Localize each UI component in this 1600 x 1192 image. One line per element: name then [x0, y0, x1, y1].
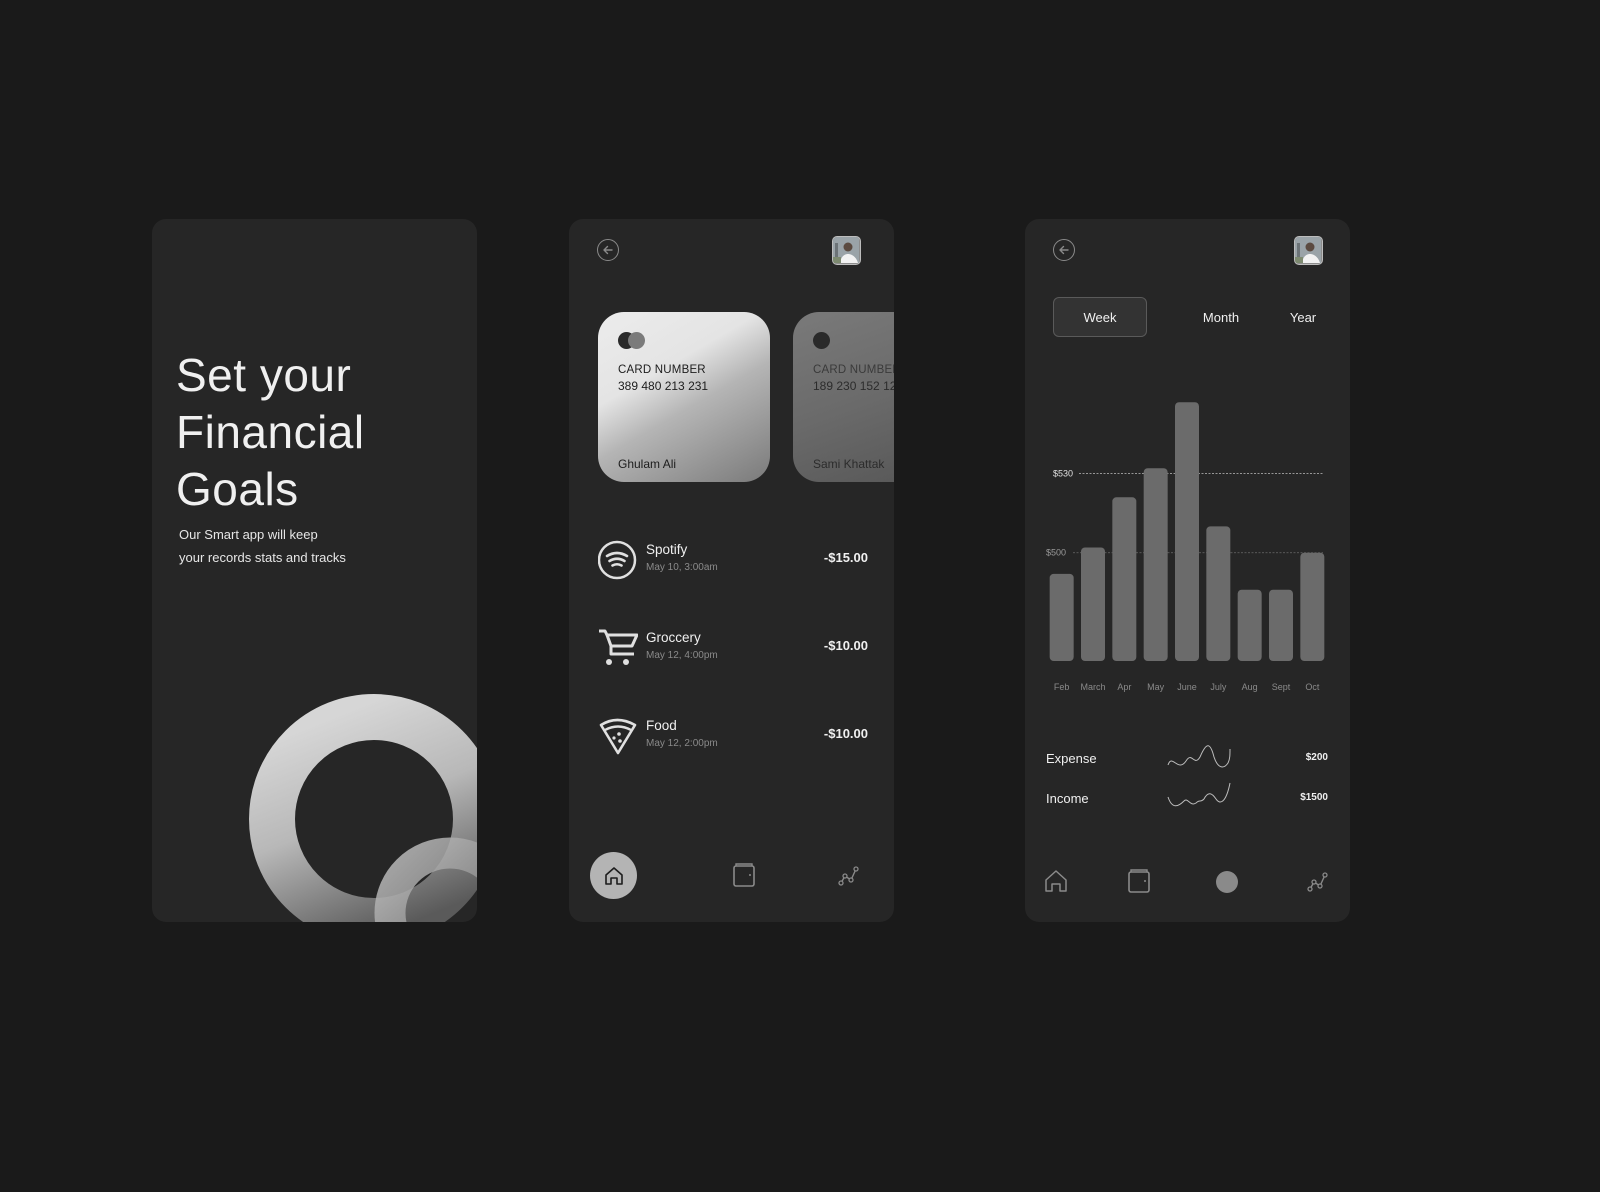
transaction-item[interactable]: Groccery May 12, 4:00pm -$10.00 — [598, 628, 868, 672]
x-tick-label: Feb — [1054, 682, 1070, 692]
nav-home-button[interactable] — [590, 852, 637, 899]
bar-july[interactable] — [1206, 526, 1231, 661]
wallet-screen: CARD NUMBER 389 480 213 231 Ghulam Ali C… — [569, 219, 894, 922]
nav-stats-button[interactable] — [838, 865, 860, 887]
x-tick-label: Sept — [1272, 682, 1291, 692]
x-tick-label: May — [1147, 682, 1165, 692]
arrow-left-icon — [603, 245, 613, 255]
back-button[interactable] — [597, 239, 619, 261]
bar-oct[interactable] — [1300, 552, 1325, 661]
nav-circle-button[interactable] — [1216, 871, 1238, 893]
back-button[interactable] — [1053, 239, 1075, 261]
cart-icon — [599, 629, 638, 665]
hero-title-line: Goals — [176, 463, 299, 515]
avatar-photo — [1295, 237, 1321, 263]
hero-subtitle: Our Smart app will keep your records sta… — [179, 523, 346, 569]
income-label: Income — [1046, 791, 1089, 806]
transaction-item[interactable]: Spotify May 10, 3:00am -$15.00 — [598, 540, 868, 584]
bar-feb[interactable] — [1049, 573, 1074, 661]
reference-line-label: $500 — [1046, 548, 1066, 558]
hero-title-line: Set your — [176, 349, 352, 401]
transaction-amount: -$10.00 — [823, 638, 868, 653]
expense-sparkline — [1167, 745, 1231, 768]
x-tick-label: March — [1080, 682, 1105, 692]
income-summary: Income $1500 — [1046, 782, 1328, 815]
bar-march[interactable] — [1081, 547, 1105, 661]
period-tabs: Week Month Year — [1053, 297, 1333, 337]
large-ring — [249, 694, 477, 922]
expense-summary: Expense $200 — [1046, 745, 1328, 775]
card-holder-name: Sami Khattak — [813, 457, 885, 471]
hero-title-line: Financial — [176, 406, 365, 458]
decorative-rings-graphic — [249, 694, 477, 922]
tab-month[interactable]: Month — [1191, 297, 1251, 337]
spotify-icon — [598, 540, 637, 580]
x-tick-label: Apr — [1117, 682, 1131, 692]
x-tick-label: July — [1210, 682, 1227, 692]
hero-subtitle-line: your records stats and tracks — [179, 550, 346, 565]
transaction-date: May 10, 3:00am — [646, 562, 718, 573]
transaction-date: May 12, 4:00pm — [646, 650, 718, 661]
bar-aug[interactable] — [1237, 589, 1262, 661]
reference-line-label: $530 — [1053, 469, 1073, 479]
transaction-amount: -$15.00 — [823, 550, 868, 565]
transaction-name: Food — [646, 718, 677, 733]
pizza-icon — [599, 718, 637, 755]
transaction-date: May 12, 2:00pm — [646, 738, 718, 749]
bar-may[interactable] — [1143, 468, 1168, 661]
expense-label: Expense — [1046, 751, 1097, 766]
avatar[interactable] — [1294, 236, 1323, 265]
income-value: $1500 — [1300, 792, 1328, 803]
nav-stats-button[interactable] — [1307, 871, 1329, 893]
bar-june[interactable] — [1175, 402, 1199, 661]
transaction-amount: -$10.00 — [823, 726, 868, 741]
payment-card[interactable]: CARD NUMBER 189 230 152 123 Sami Khattak — [793, 312, 894, 482]
transaction-name: Groccery — [646, 630, 701, 645]
hero-subtitle-line: Our Smart app will keep — [179, 527, 318, 542]
card-holder-name: Ghulam Ali — [618, 457, 677, 471]
x-tick-label: June — [1177, 682, 1197, 692]
stats-screen: Week Month Year $530 $500 Feb March Apr May Ju… — [1025, 219, 1350, 922]
transaction-item[interactable]: Food May 12, 2:00pm -$10.00 — [598, 716, 868, 760]
income-sparkline — [1167, 782, 1231, 807]
stats-icon — [838, 866, 859, 886]
nav-home-button[interactable] — [1043, 868, 1069, 894]
transaction-name: Spotify — [646, 542, 688, 557]
nav-wallet-button[interactable] — [1127, 868, 1151, 894]
hero-title: Set your Financial Goals — [176, 347, 365, 518]
small-ring — [374, 837, 477, 922]
tab-week[interactable]: Week — [1053, 297, 1147, 337]
tab-year[interactable]: Year — [1283, 297, 1323, 337]
home-icon — [1045, 870, 1067, 892]
x-tick-label: Aug — [1242, 682, 1258, 692]
bar-sept[interactable] — [1269, 589, 1293, 661]
card-number-label: CARD NUMBER — [618, 364, 706, 376]
stats-icon — [1307, 872, 1328, 892]
wallet-icon — [1128, 869, 1150, 893]
arrow-left-icon — [1059, 245, 1069, 255]
circle-icon — [1216, 871, 1238, 893]
avatar-photo — [833, 237, 859, 263]
avatar[interactable] — [832, 236, 861, 265]
expense-value: $200 — [1305, 752, 1328, 763]
home-icon — [604, 866, 623, 885]
x-tick-label: Oct — [1305, 682, 1320, 692]
card-number-label: CARD NUMBER — [813, 364, 894, 376]
onboarding-screen: Set your Financial Goals Our Smart app w… — [152, 219, 477, 922]
payment-card[interactable]: CARD NUMBER 389 480 213 231 Ghulam Ali — [598, 312, 770, 482]
bar-apr[interactable] — [1112, 497, 1137, 661]
bar-chart: $530 $500 Feb March Apr May June July Aug Sept Oct — [1046, 402, 1325, 692]
card-number: 189 230 152 123 — [813, 379, 894, 393]
wallet-icon — [733, 863, 755, 887]
nav-wallet-button[interactable] — [732, 863, 756, 887]
card-number: 389 480 213 231 — [618, 379, 709, 393]
